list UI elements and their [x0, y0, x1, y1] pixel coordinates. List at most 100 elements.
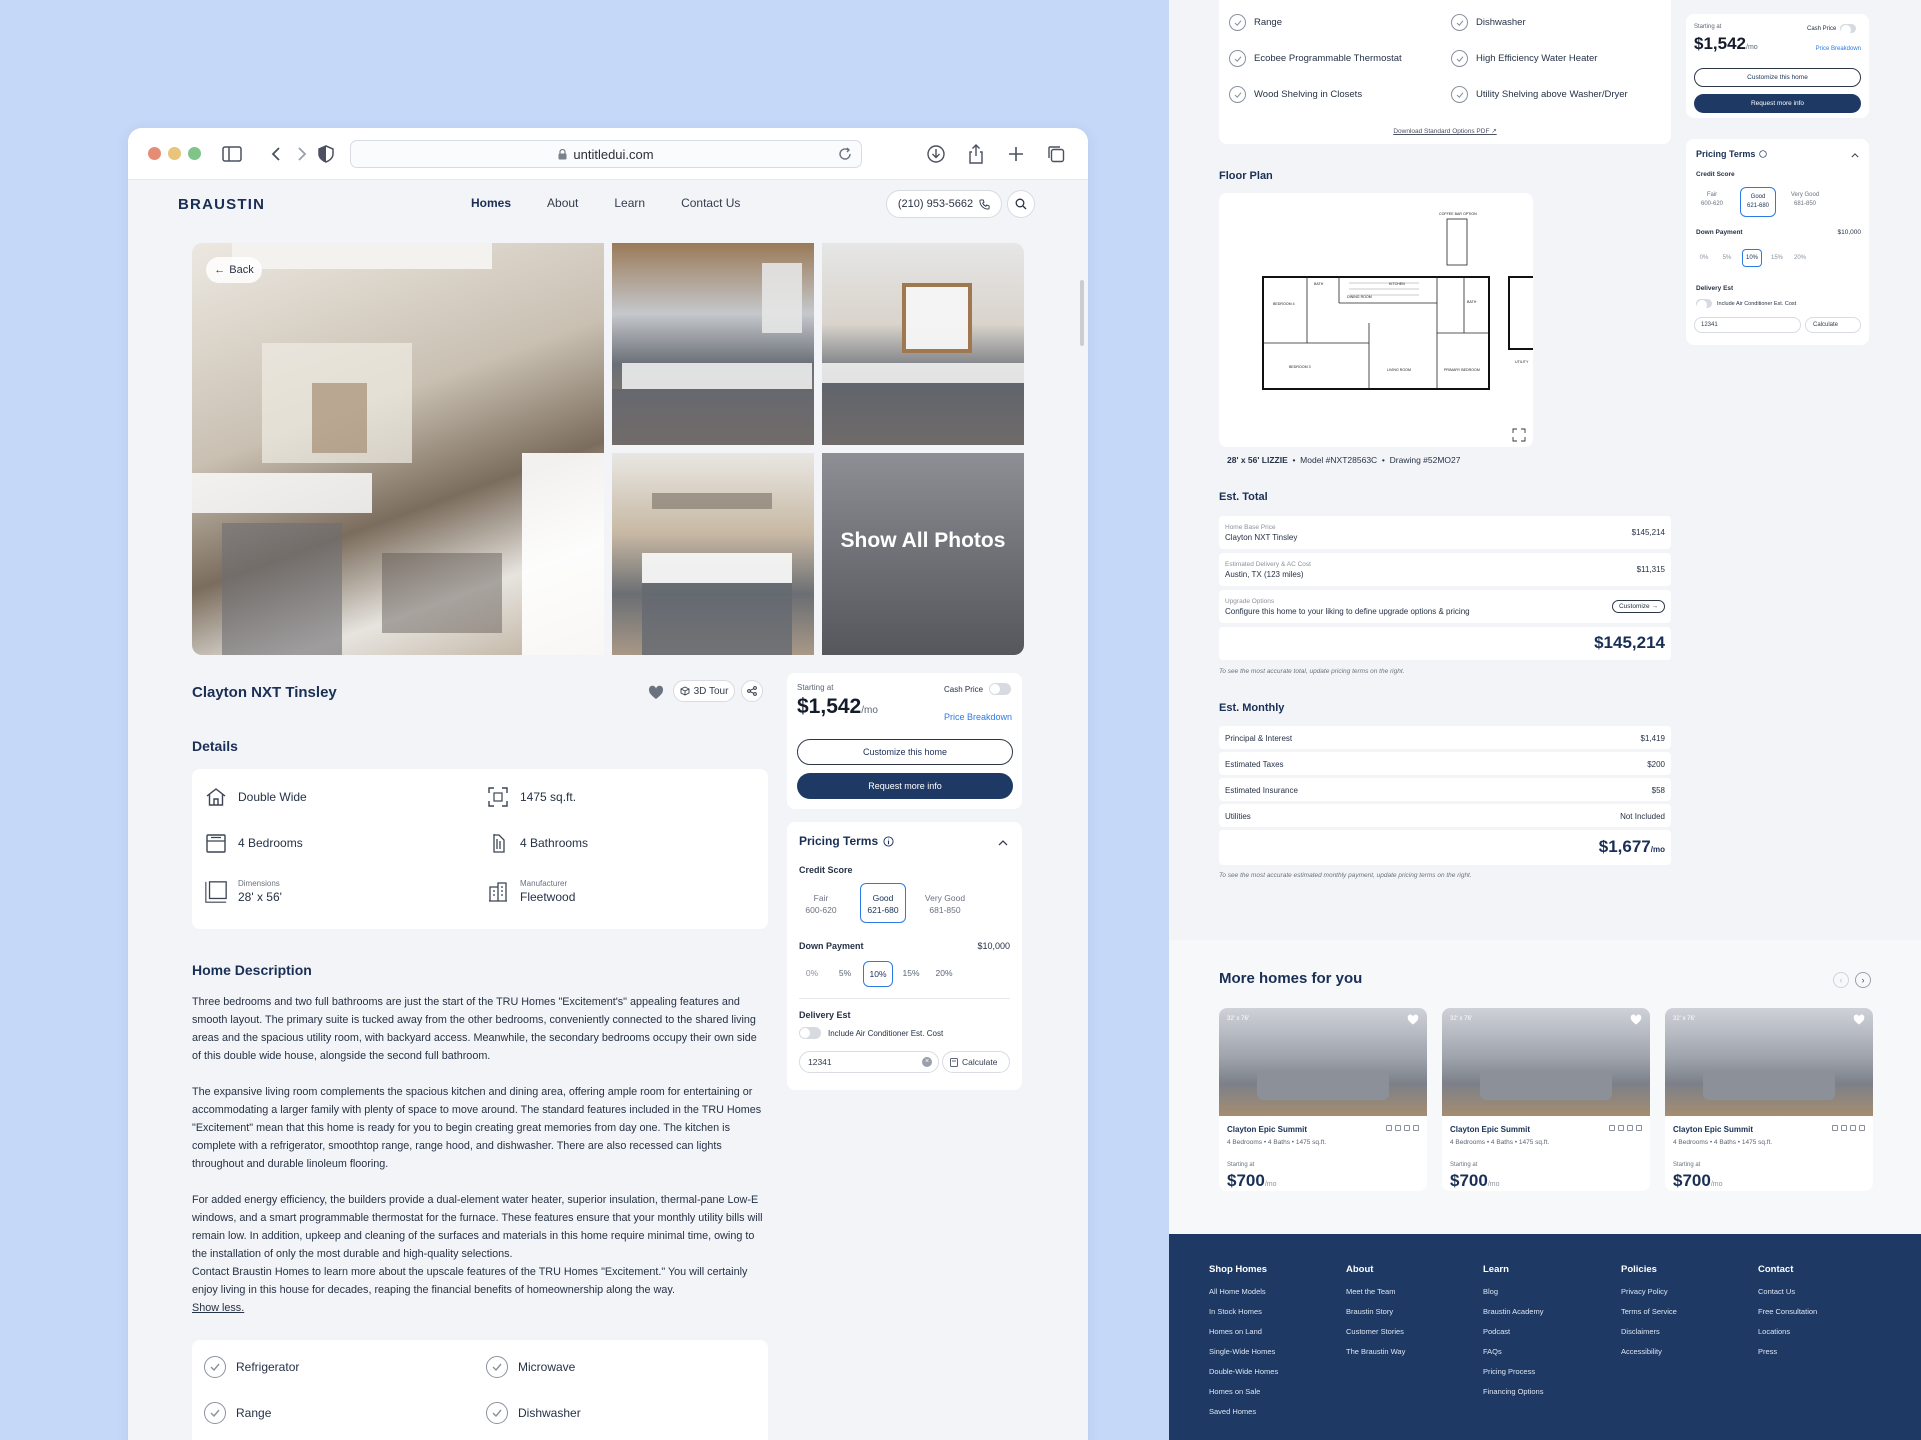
zip-code-input[interactable]: 12341 × [799, 1051, 939, 1073]
info-icon[interactable] [883, 835, 894, 847]
scrollbar[interactable] [1080, 280, 1084, 346]
cash-price-toggle[interactable] [1840, 24, 1857, 35]
credit-option-very-good[interactable]: Very Good 681-850 [915, 888, 975, 922]
footer-link[interactable]: All Home Models [1209, 1287, 1278, 1296]
footer-link[interactable]: Financing Options [1483, 1387, 1543, 1396]
price-breakdown-link[interactable]: Price Breakdown [944, 712, 1012, 722]
credit-option-fair[interactable]: Fair 600-620 [799, 888, 843, 922]
down-option-15[interactable]: 15% [896, 961, 926, 987]
footer-link[interactable]: Blog [1483, 1287, 1543, 1296]
chevron-left-icon[interactable] [264, 142, 288, 166]
footer-link[interactable]: Braustin Story [1346, 1307, 1405, 1316]
footer-link[interactable]: Press [1758, 1347, 1817, 1356]
footer-link[interactable]: Free Consultation [1758, 1307, 1817, 1316]
gallery-photo-3[interactable] [612, 453, 814, 655]
chevron-right-icon[interactable] [290, 142, 314, 166]
zip-code-input[interactable]: 12341 [1694, 317, 1801, 333]
search-button[interactable] [1007, 190, 1035, 218]
new-tab-icon[interactable] [1004, 142, 1028, 166]
show-less-link[interactable]: Show less. [192, 1302, 244, 1314]
nav-homes[interactable]: Homes [471, 196, 511, 210]
close-window-button[interactable] [148, 147, 161, 160]
sidebar-icon[interactable] [220, 142, 244, 166]
share-icon[interactable] [964, 142, 988, 166]
customize-home-button[interactable]: Customize this home [797, 739, 1013, 765]
down-option-20[interactable]: 20% [929, 961, 959, 987]
info-icon[interactable] [1759, 150, 1768, 158]
nav-learn[interactable]: Learn [614, 196, 645, 210]
pricing-terms-header[interactable]: Pricing Terms [799, 834, 894, 848]
footer-link[interactable]: FAQs [1483, 1347, 1543, 1356]
cash-price-toggle[interactable] [989, 683, 1012, 695]
footer-link[interactable]: Homes on Land [1209, 1327, 1278, 1336]
footer-link[interactable]: Single-Wide Homes [1209, 1347, 1278, 1356]
down-option-20[interactable]: 20% [1792, 249, 1808, 267]
footer-link[interactable]: In Stock Homes [1209, 1307, 1278, 1316]
carousel-prev-button[interactable]: ‹ [1833, 972, 1849, 988]
heart-icon[interactable] [1853, 1014, 1865, 1026]
footer-link[interactable]: The Braustin Way [1346, 1347, 1405, 1356]
footer-link[interactable]: Accessibility [1621, 1347, 1677, 1356]
request-info-button[interactable]: Request more info [1694, 94, 1861, 113]
footer-link[interactable]: Privacy Policy [1621, 1287, 1677, 1296]
customize-home-button[interactable]: Customize this home [1694, 68, 1861, 87]
home-card[interactable]: 32' x 76' Clayton Epic Summit 4 Bedrooms… [1219, 1008, 1427, 1191]
down-option-0[interactable]: 0% [1696, 249, 1712, 267]
tabs-overview-icon[interactable] [1044, 142, 1068, 166]
credit-option-fair[interactable]: Fair 600-620 [1694, 191, 1730, 215]
credit-option-very-good[interactable]: Very Good 681-850 [1782, 191, 1828, 215]
expand-icon[interactable] [1512, 428, 1526, 442]
chevron-up-icon[interactable] [1851, 153, 1859, 158]
main-photo[interactable]: ← Back [192, 243, 604, 655]
customize-upgrades-button[interactable]: Customize → [1611, 600, 1665, 613]
heart-icon[interactable] [1630, 1014, 1642, 1026]
download-icon[interactable] [924, 142, 948, 166]
pricing-terms-header[interactable]: Pricing Terms [1696, 149, 1768, 159]
share-button[interactable] [741, 680, 763, 702]
heart-icon[interactable] [1407, 1014, 1419, 1026]
footer-link[interactable]: Terms of Service [1621, 1307, 1677, 1316]
shield-icon[interactable] [314, 142, 338, 166]
calculate-button[interactable]: Calculate [942, 1051, 1010, 1073]
clear-icon[interactable]: × [922, 1057, 932, 1067]
gallery-photo-2[interactable] [822, 243, 1024, 445]
maximize-window-button[interactable] [188, 147, 201, 160]
home-card[interactable]: 32' x 76' Clayton Epic Summit 4 Bedrooms… [1665, 1008, 1873, 1191]
ac-cost-toggle[interactable] [1696, 299, 1712, 310]
ac-cost-toggle[interactable] [799, 1027, 821, 1039]
gallery-photo-1[interactable] [612, 243, 814, 445]
address-bar[interactable]: untitledui.com [350, 140, 862, 168]
footer-link[interactable]: Customer Stories [1346, 1327, 1405, 1336]
phone-button[interactable]: (210) 953-5662 [886, 190, 1002, 218]
gallery-photo-4[interactable]: Show All Photos [822, 453, 1024, 655]
nav-about[interactable]: About [547, 196, 578, 210]
home-card[interactable]: 32' x 76' Clayton Epic Summit 4 Bedrooms… [1442, 1008, 1650, 1191]
down-option-5[interactable]: 5% [1719, 249, 1735, 267]
download-pdf-link[interactable]: Download Standard Options PDF ↗ [1219, 127, 1671, 135]
footer-link[interactable]: Pricing Process [1483, 1367, 1543, 1376]
site-logo[interactable]: BRAUSTIN [178, 196, 265, 213]
footer-link[interactable]: Braustin Academy [1483, 1307, 1543, 1316]
down-option-0[interactable]: 0% [797, 961, 827, 987]
credit-option-good[interactable]: Good 621-680 [860, 883, 906, 923]
down-option-15[interactable]: 15% [1769, 249, 1785, 267]
footer-link[interactable]: Contact Us [1758, 1287, 1817, 1296]
request-info-button[interactable]: Request more info [797, 773, 1013, 799]
footer-link[interactable]: Disclaimers [1621, 1327, 1677, 1336]
down-option-10[interactable]: 10% [1742, 249, 1762, 267]
down-option-10[interactable]: 10% [863, 961, 893, 987]
footer-link[interactable]: Meet the Team [1346, 1287, 1405, 1296]
footer-link[interactable]: Homes on Sale [1209, 1387, 1278, 1396]
footer-link[interactable]: Locations [1758, 1327, 1817, 1336]
back-button[interactable]: ← Back [206, 257, 262, 283]
carousel-next-button[interactable]: › [1855, 972, 1871, 988]
price-breakdown-link[interactable]: Price Breakdown [1816, 46, 1861, 52]
footer-link[interactable]: Saved Homes [1209, 1407, 1278, 1416]
minimize-window-button[interactable] [168, 147, 181, 160]
calculate-button[interactable]: Calculate [1805, 317, 1861, 333]
down-option-5[interactable]: 5% [830, 961, 860, 987]
show-all-photos[interactable]: Show All Photos [822, 528, 1024, 553]
footer-link[interactable]: Podcast [1483, 1327, 1543, 1336]
reload-icon[interactable] [837, 146, 853, 162]
heart-icon[interactable] [648, 685, 664, 701]
